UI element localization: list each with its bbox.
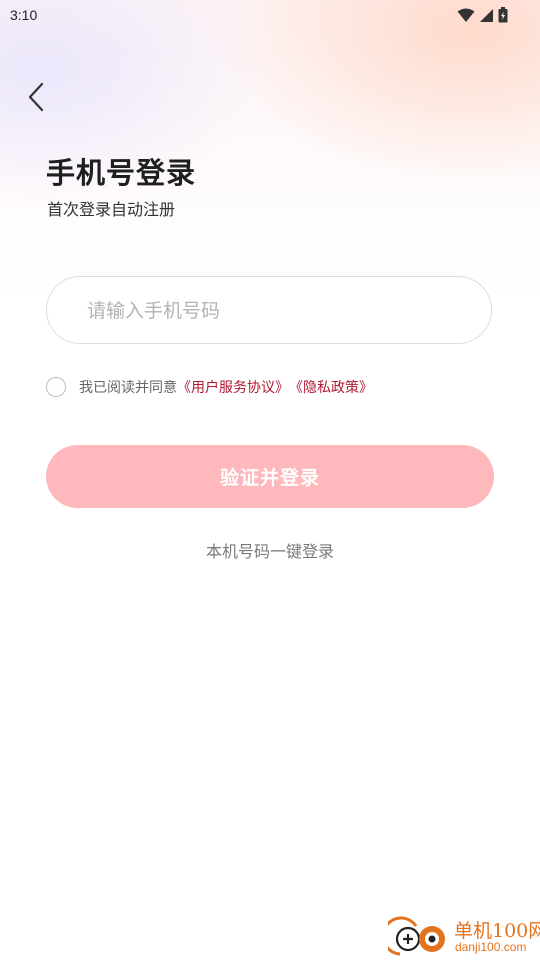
signal-icon — [479, 8, 494, 27]
back-button[interactable] — [20, 82, 54, 116]
chevron-left-icon — [27, 82, 47, 116]
phone-input[interactable] — [85, 277, 469, 345]
status-bar: 3:10 — [0, 0, 540, 32]
privacy-policy-link[interactable]: 《隐私政策》 — [289, 377, 373, 397]
agreement-row: 我已阅读并同意 《用户服务协议》 《隐私政策》 — [46, 375, 373, 399]
user-agreement-link[interactable]: 《用户服务协议》 — [177, 377, 289, 397]
watermark-name: 单机100网 — [454, 920, 540, 942]
status-time: 3:10 — [10, 7, 38, 23]
phone-input-container — [46, 276, 492, 345]
agreement-checkbox[interactable] — [46, 377, 66, 397]
verify-login-button[interactable]: 验证并登录 — [46, 445, 494, 508]
status-icons — [457, 7, 508, 27]
watermark-domain: danji100.com — [455, 940, 527, 954]
watermark-logo — [381, 914, 452, 958]
watermark: 单机100网 danji100.com — [381, 912, 540, 958]
page-title: 手机号登录 — [46, 156, 197, 190]
wifi-icon — [457, 8, 475, 27]
battery-icon — [498, 7, 508, 27]
page-subtitle: 首次登录自动注册 — [47, 200, 176, 219]
one-click-login-link[interactable]: 本机号码一键登录 — [0, 538, 540, 562]
agreement-prefix-text: 我已阅读并同意 — [79, 380, 177, 396]
